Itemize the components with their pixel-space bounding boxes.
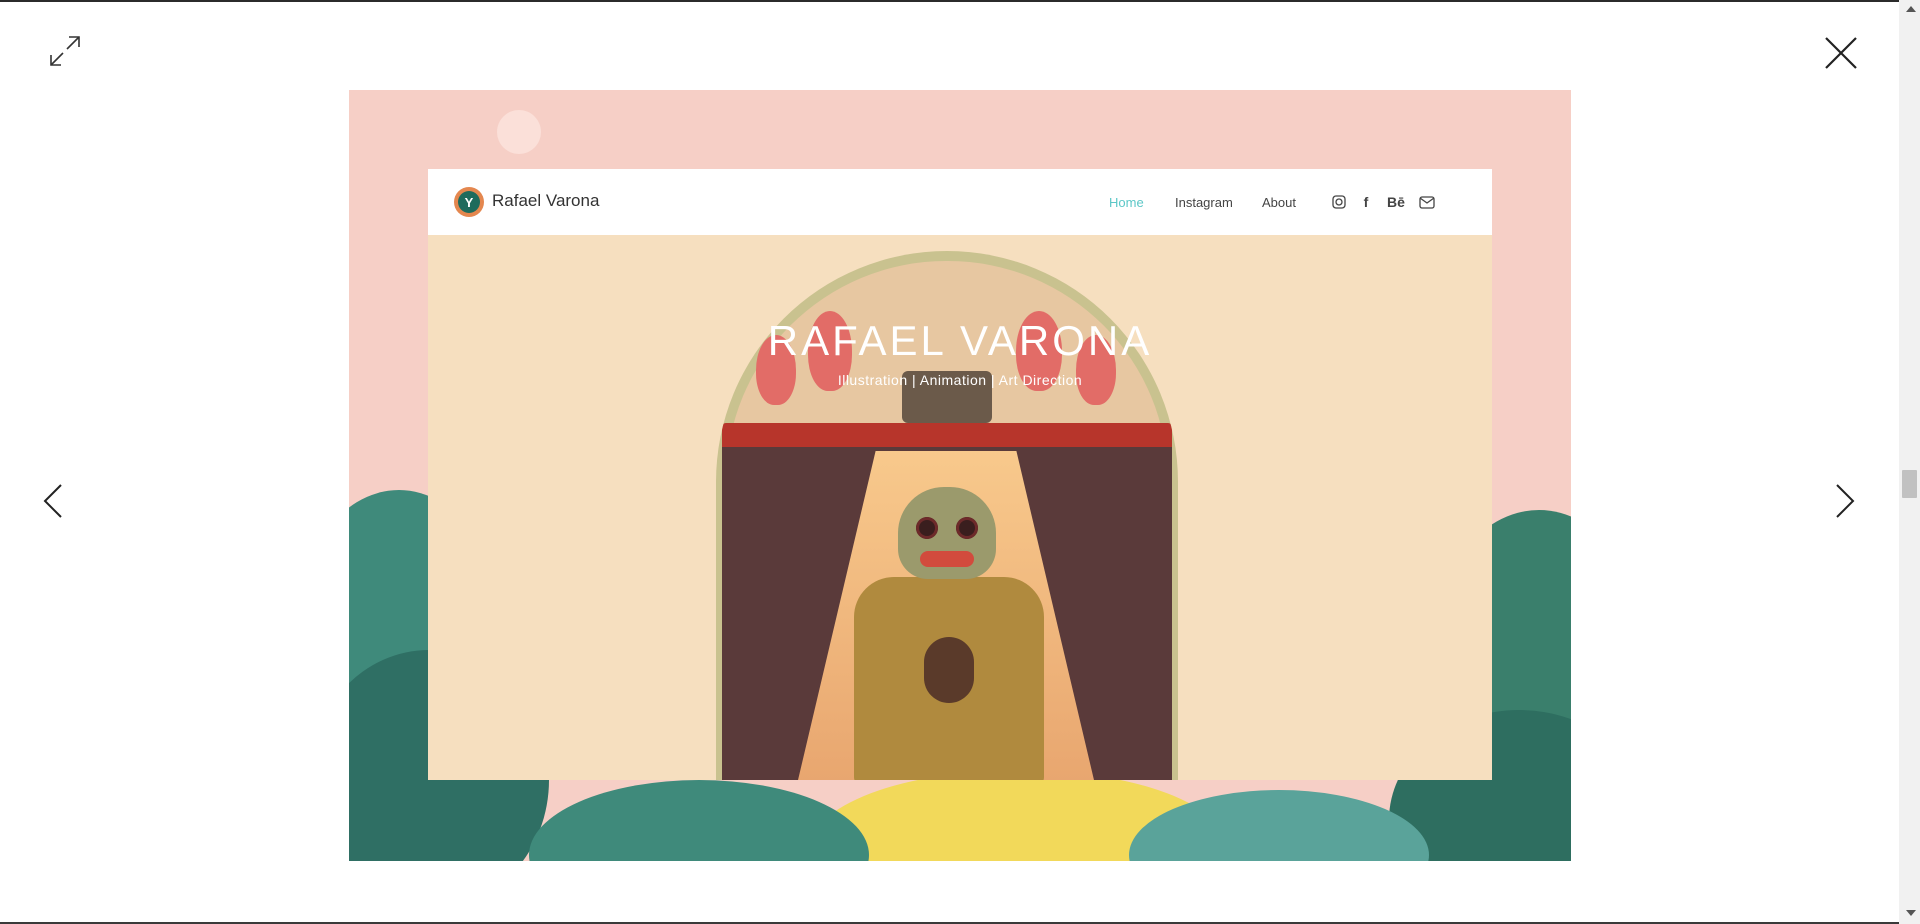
robot-head [898,487,996,579]
expand-icon[interactable] [44,30,86,72]
mail-icon [1418,193,1436,211]
logo-icon: Y [454,187,484,217]
chevron-left-icon[interactable] [34,478,72,524]
instagram-icon [1330,193,1348,211]
brand-name: Rafael Varona [492,191,600,210]
facebook-icon: f [1363,194,1369,210]
scroll-up-icon[interactable] [1906,6,1916,12]
nav-home: Home [1109,195,1144,210]
website-mockup: Y Rafael Varona Home Instagram About f B… [428,169,1492,780]
scroll-down-icon[interactable] [1906,910,1916,916]
chevron-right-icon[interactable] [1826,478,1864,524]
robot-body [854,577,1044,780]
lightbox-image: Y Rafael Varona Home Instagram About f B… [349,90,1571,861]
scroll-thumb[interactable] [1902,470,1917,498]
moon-shape [497,110,541,154]
close-icon[interactable] [1818,30,1864,76]
mock-header: Y Rafael Varona Home Instagram About f B… [428,169,1492,235]
robot-mouth [920,551,974,567]
hero-subtitle: Illustration | Animation | Art Direction [837,372,1083,388]
scrollbar[interactable] [1899,0,1920,924]
decor-bush [529,780,869,861]
top-border [0,0,1899,2]
robot-eye [916,517,938,539]
robot-core [924,637,974,703]
nav-about: About [1262,195,1296,210]
hero-title: RAFAEL VARONA [767,317,1153,364]
nav-instagram: Instagram [1175,195,1233,210]
robot-eye [956,517,978,539]
behance-icon: Bē [1387,194,1405,210]
